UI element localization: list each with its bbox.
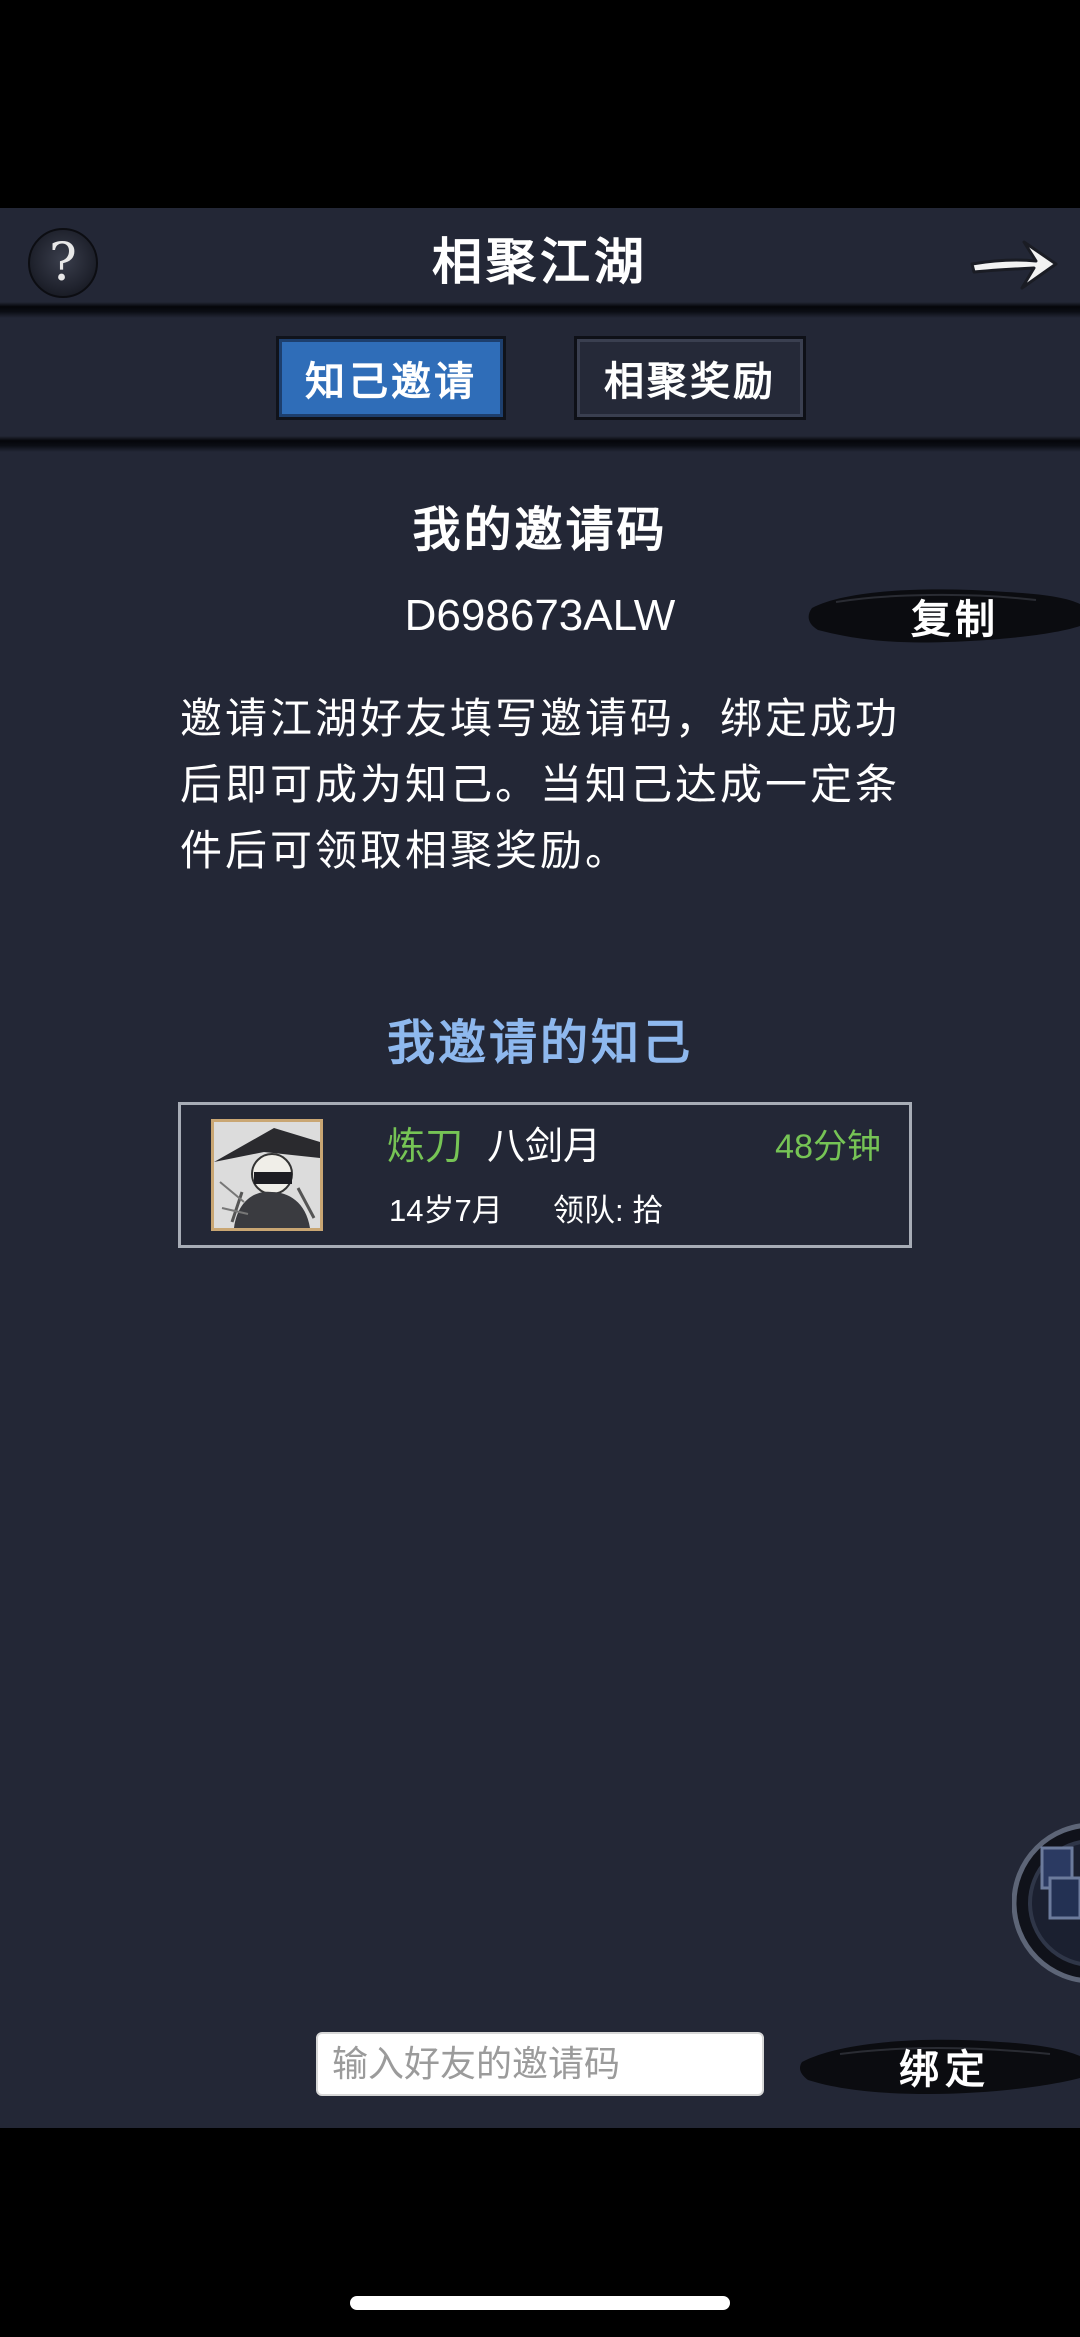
friends-heading: 我邀请的知己 — [386, 1015, 693, 1071]
friend-name: 八剑月 — [487, 1126, 602, 1168]
tabs-divider — [0, 436, 1080, 452]
side-floating-button[interactable] — [1012, 1808, 1080, 1998]
invite-description: 邀请江湖好友填写邀请码，绑定成功后即可成为知己。当知己达成一定条件后可领取相聚奖… — [180, 694, 901, 875]
friend-title: 炼刀 — [387, 1126, 464, 1168]
tab-rewards-label: 相聚奖励 — [604, 358, 776, 405]
tab-invite-label: 知己邀请 — [305, 358, 477, 405]
copy-button-label: 复制 — [911, 596, 999, 643]
friend-list-item[interactable]: 炼刀 八剑月 48分钟 14岁7月 领队: 拾 — [178, 1102, 912, 1248]
my-code-heading: 我的邀请码 — [412, 502, 668, 558]
friend-avatar — [211, 1119, 323, 1231]
next-arrow-button[interactable] — [966, 226, 1062, 298]
invite-code-input[interactable] — [316, 2032, 764, 2096]
invite-screen: ? 相聚江湖 知己邀请 相聚奖励 我的邀请码 D698673ALW 复制 邀请江… — [0, 208, 1080, 2128]
bind-button-label: 绑定 — [899, 2046, 991, 2093]
friend-online-time: 48分钟 — [775, 1128, 881, 1166]
friend-leader: 领队: 拾 — [553, 1193, 664, 1228]
header-bar: ? 相聚江湖 — [0, 208, 1080, 313]
arrow-right-icon — [970, 240, 1058, 290]
tab-rewards[interactable]: 相聚奖励 — [574, 336, 806, 420]
page-title: 相聚江湖 — [432, 232, 648, 291]
friend-age: 14岁7月 — [389, 1193, 503, 1228]
home-indicator[interactable] — [350, 2296, 730, 2310]
tab-invite[interactable]: 知己邀请 — [276, 336, 506, 420]
copy-button[interactable]: 复制 — [806, 578, 1080, 654]
header-divider — [0, 302, 1080, 318]
bind-button[interactable]: 绑定 — [800, 2026, 1080, 2106]
